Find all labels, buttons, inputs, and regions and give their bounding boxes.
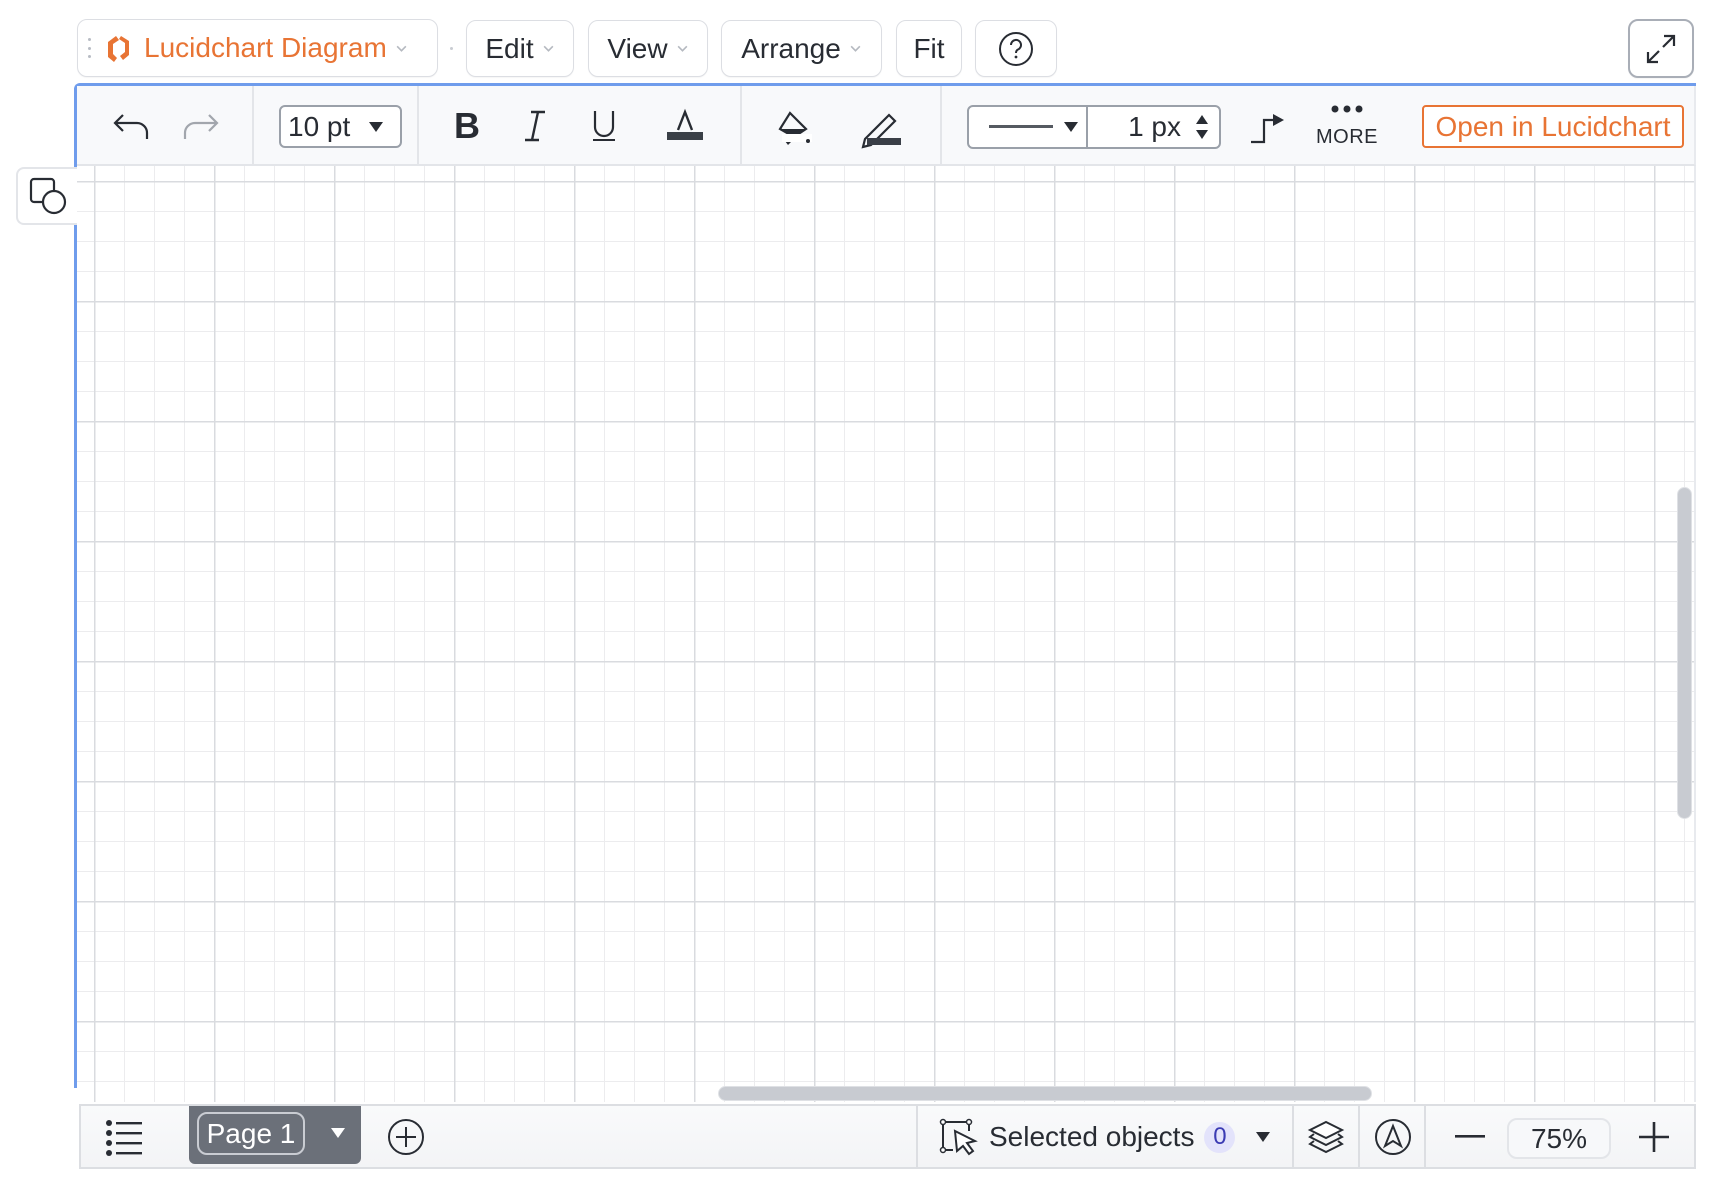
navigation-icon bbox=[1375, 1119, 1411, 1155]
redo-icon bbox=[183, 114, 219, 139]
elbow-connector-icon bbox=[1251, 114, 1284, 144]
selected-objects-label: Selected objects bbox=[989, 1121, 1195, 1152]
more-button[interactable]: MORE bbox=[1307, 96, 1387, 160]
pencil-line-color-icon bbox=[861, 113, 901, 149]
line-style-solid-icon bbox=[989, 125, 1053, 128]
fit-button-label: Fit bbox=[913, 32, 945, 64]
italic-icon bbox=[525, 110, 545, 142]
connector-style-button[interactable] bbox=[1243, 102, 1293, 150]
document-title: Lucidchart Diagram bbox=[144, 32, 387, 63]
open-in-lucidchart-label: Open in Lucidchart bbox=[1435, 110, 1671, 142]
text-color-icon bbox=[667, 108, 703, 140]
add-circle-icon bbox=[388, 1119, 424, 1155]
menu-edit-label: Edit bbox=[485, 32, 534, 64]
page-tab[interactable]: Page 1 bbox=[189, 1106, 361, 1164]
line-color-button[interactable] bbox=[857, 104, 907, 154]
question-circle-icon bbox=[999, 31, 1033, 66]
zoom-in-button[interactable] bbox=[1631, 1114, 1677, 1160]
navigation-button[interactable] bbox=[1368, 1112, 1418, 1162]
bold-button[interactable]: B bbox=[445, 104, 489, 148]
redo-button[interactable] bbox=[177, 104, 225, 148]
toolbar-divider bbox=[740, 86, 742, 166]
page-list-button[interactable] bbox=[99, 1112, 149, 1162]
format-toolbar: 10 pt B 1 px MORE Open in Lucidchart bbox=[77, 86, 1696, 166]
undo-icon bbox=[113, 114, 149, 139]
caret-down-icon bbox=[1064, 122, 1078, 132]
toolbar-divider bbox=[252, 86, 254, 166]
font-size-select[interactable]: 10 pt bbox=[279, 105, 402, 148]
caret-down-icon bbox=[1256, 1132, 1271, 1142]
underline-button[interactable] bbox=[582, 104, 626, 148]
page-tab-label-box[interactable]: Page 1 bbox=[197, 1112, 305, 1155]
fullscreen-button[interactable] bbox=[1628, 19, 1694, 78]
bottom-bar: Page 1 Selected objects 0 75% bbox=[79, 1104, 1696, 1169]
shapes-panel-button[interactable] bbox=[16, 167, 77, 225]
separator bbox=[450, 47, 453, 50]
add-page-button[interactable] bbox=[383, 1114, 429, 1160]
diagram-canvas[interactable] bbox=[77, 166, 1696, 1102]
page-tab-label: Page 1 bbox=[206, 1117, 296, 1149]
help-button[interactable] bbox=[975, 20, 1057, 77]
caret-down-icon[interactable] bbox=[330, 1127, 346, 1139]
expand-arrows-icon bbox=[1646, 34, 1676, 63]
line-style-select[interactable] bbox=[967, 105, 1088, 149]
menu-edit[interactable]: Edit bbox=[466, 20, 574, 77]
layers-icon bbox=[1307, 1120, 1345, 1154]
chevron-down-icon bbox=[850, 45, 861, 52]
more-label: MORE bbox=[1316, 126, 1378, 148]
zoom-level-field[interactable]: 75% bbox=[1507, 1118, 1611, 1159]
font-size-value: 10 pt bbox=[288, 110, 351, 142]
selection-cursor-icon bbox=[939, 1118, 978, 1156]
minus-icon bbox=[1455, 1135, 1485, 1138]
horizontal-scrollbar[interactable] bbox=[718, 1086, 1372, 1101]
line-width-field[interactable]: 1 px bbox=[1086, 105, 1221, 149]
toolbar-divider bbox=[940, 86, 942, 166]
line-width-value: 1 px bbox=[1128, 111, 1181, 142]
chevron-down-icon bbox=[543, 45, 554, 52]
shapes-icon bbox=[29, 177, 66, 215]
italic-button[interactable] bbox=[513, 104, 557, 148]
selected-objects-menu[interactable]: Selected objects 0 bbox=[939, 1114, 1289, 1160]
menu-arrange-label: Arrange bbox=[741, 32, 841, 64]
vertical-scrollbar[interactable] bbox=[1677, 487, 1692, 819]
drag-handle-icon[interactable] bbox=[88, 38, 92, 58]
zoom-level-value: 75% bbox=[1530, 1122, 1588, 1154]
toolbar-divider bbox=[417, 86, 419, 166]
fill-color-button[interactable] bbox=[769, 104, 819, 154]
menu-view-label: View bbox=[607, 32, 668, 64]
lucidchart-logo-icon bbox=[108, 36, 129, 62]
menu-arrange[interactable]: Arrange bbox=[721, 20, 882, 77]
bottombar-divider bbox=[916, 1106, 918, 1167]
layers-button[interactable] bbox=[1301, 1112, 1351, 1162]
plus-icon bbox=[1639, 1122, 1669, 1152]
more-dots-icon bbox=[1331, 105, 1363, 113]
underline-icon bbox=[593, 111, 615, 141]
caret-down-icon bbox=[369, 121, 383, 132]
list-icon bbox=[106, 1120, 142, 1156]
bottombar-divider bbox=[1292, 1106, 1294, 1167]
fit-button[interactable]: Fit bbox=[896, 20, 962, 77]
chevron-down-icon bbox=[677, 45, 688, 52]
text-color-button[interactable] bbox=[663, 104, 707, 148]
bottombar-divider bbox=[1424, 1106, 1426, 1167]
chevron-down-icon bbox=[396, 45, 407, 52]
undo-button[interactable] bbox=[107, 104, 155, 148]
bold-icon: B bbox=[454, 105, 480, 146]
fill-bucket-icon bbox=[778, 111, 812, 145]
selected-objects-count: 0 bbox=[1204, 1121, 1236, 1153]
stepper-arrows-icon[interactable] bbox=[1195, 113, 1209, 141]
zoom-out-button[interactable] bbox=[1447, 1114, 1493, 1160]
open-in-lucidchart-button[interactable]: Open in Lucidchart bbox=[1422, 105, 1684, 148]
bottombar-divider bbox=[1358, 1106, 1360, 1167]
document-title-menu[interactable]: Lucidchart Diagram bbox=[77, 19, 438, 77]
menu-view[interactable]: View bbox=[588, 20, 708, 77]
